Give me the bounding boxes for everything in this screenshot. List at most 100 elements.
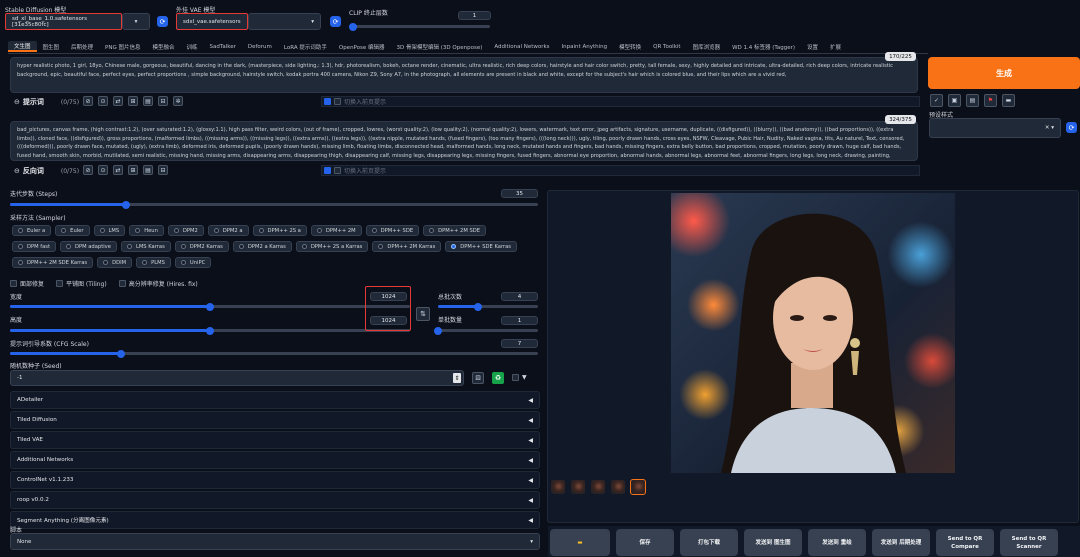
cfg-value[interactable]: 7 [501, 339, 538, 348]
refresh-model-icon[interactable]: ⟳ [157, 16, 168, 27]
model-select[interactable]: sd_xl_base_1.0.safetensors [31e35c80fc] [5, 13, 122, 30]
sampler-option[interactable]: DPM2 a [207, 225, 249, 236]
output-button-3[interactable]: 发送到 图生图 [744, 529, 802, 556]
tab-8[interactable]: LoRA 提示词助手 [278, 41, 333, 52]
copy-icon[interactable]: ▤ [143, 165, 153, 175]
tab-3[interactable]: PNG 图片信息 [99, 41, 146, 52]
tiling-checkbox[interactable] [56, 280, 64, 287]
sampler-option[interactable]: DPM++ SDE [365, 225, 420, 236]
tab-10[interactable]: 3D 骨架模型编辑 (3D Openpose) [391, 41, 489, 52]
sampler-option[interactable]: DPM++ 2M SDE Karras [12, 257, 94, 268]
sampler-option[interactable]: DPM2 a Karras [232, 241, 292, 252]
seed-stepper-icon[interactable]: ⇕ [453, 373, 461, 383]
sampler-option[interactable]: PLMS [136, 257, 171, 268]
generated-image[interactable] [671, 193, 955, 473]
dice-icon[interactable]: ⚄ [472, 372, 484, 384]
sampler-option[interactable]: DPM2 [167, 225, 204, 236]
tab-18[interactable]: 扩展 [824, 41, 847, 52]
clip-slider[interactable] [349, 22, 490, 31]
sampler-option[interactable]: UniPC [174, 257, 212, 268]
prompt-checkbox-2[interactable] [334, 98, 341, 105]
tab-13[interactable]: 模型转换 [613, 41, 647, 52]
negative-prompt-textarea[interactable]: bad_pictures, canvas frame, (high contra… [10, 121, 918, 161]
batch-count-value[interactable]: 4 [501, 292, 538, 301]
flag-icon[interactable]: ⚑ [984, 94, 997, 107]
tab-1[interactable]: 图生图 [37, 41, 66, 52]
tab-9[interactable]: OpenPose 编辑器 [333, 41, 391, 52]
vae-select[interactable]: sdxl_vae.safetensors [176, 13, 248, 30]
negative-checkbox[interactable] [324, 167, 331, 174]
tab-4[interactable]: 模型融合 [147, 41, 181, 52]
generate-button[interactable]: 生成 [928, 57, 1080, 89]
accordion-6[interactable]: Segment Anything (分离图像元素) ◀ [10, 511, 540, 529]
accordion-3[interactable]: Additional Networks ◀ [10, 451, 540, 469]
accordion-4[interactable]: ControlNet v1.1.233 ◀ [10, 471, 540, 489]
output-button-6[interactable]: Send to QR Compare [936, 529, 994, 556]
output-button-2[interactable]: 打包下载 [680, 529, 738, 556]
sampler-option[interactable]: DPM++ SDE Karras [445, 241, 517, 252]
recycle-seed-icon[interactable]: ♻ [492, 372, 504, 384]
accordion-5[interactable]: roop v0.0.2 ◀ [10, 491, 540, 509]
output-button-4[interactable]: 发送到 重绘 [808, 529, 866, 556]
batch-size-slider[interactable] [434, 326, 538, 335]
vae-dropdown-arrow-icon[interactable]: ▾ [248, 13, 321, 30]
prompt-textarea[interactable]: hyper realistic photo, 1 girl, 18yo, Chi… [10, 57, 918, 93]
random-icon[interactable]: ⊙ [98, 96, 108, 106]
sampler-option[interactable]: DDIM [97, 257, 133, 268]
tab-16[interactable]: WD 1.4 标签器 (Tagger) [726, 41, 801, 52]
sampler-option[interactable]: Heun [129, 225, 164, 236]
paste-icon[interactable]: ⊟ [158, 165, 168, 175]
prompt-checkbox[interactable] [324, 98, 331, 105]
sampler-option[interactable]: DPM++ 2M [310, 225, 362, 236]
sampler-option[interactable]: LMS Karras [120, 241, 171, 252]
accordion-2[interactable]: Tiled VAE ◀ [10, 431, 540, 449]
check-icon[interactable]: ✓ [930, 94, 943, 107]
history-icon[interactable]: ⇄ [113, 96, 123, 106]
refresh-styles-icon[interactable]: ⟳ [1066, 122, 1077, 133]
steps-slider[interactable] [10, 200, 538, 209]
output-button-5[interactable]: 发送到 后期处理 [872, 529, 930, 556]
face-restore-checkbox[interactable] [10, 280, 17, 287]
accordion-0[interactable]: ADetailer ◀ [10, 391, 540, 409]
refresh-vae-icon[interactable]: ⟳ [330, 16, 341, 27]
width-value[interactable]: 1024 [370, 292, 407, 301]
thumbnail[interactable] [551, 480, 565, 494]
random-icon[interactable]: ⊙ [98, 165, 108, 175]
translate-icon[interactable]: ⊞ [128, 96, 138, 106]
script-select[interactable]: None ▾ [10, 533, 540, 550]
sampler-option[interactable]: DPM++ 2M SDE [423, 225, 487, 236]
open-folder-button[interactable]: ▬ [550, 529, 610, 556]
tab-17[interactable]: 设置 [801, 41, 824, 52]
height-value[interactable]: 1024 [370, 316, 407, 325]
extra-seed-checkbox[interactable] [512, 374, 519, 381]
sampler-option[interactable]: DPM++ 2M Karras [372, 241, 442, 252]
seed-input[interactable]: -1 [10, 370, 464, 386]
clipboard-icon[interactable]: ▤ [966, 94, 979, 107]
tab-15[interactable]: 图库浏览器 [687, 41, 727, 52]
sampler-option[interactable]: LMS [93, 225, 126, 236]
thumbnail[interactable] [611, 480, 625, 494]
clear-icon[interactable]: ⊘ [83, 96, 93, 106]
thumbnail[interactable] [591, 480, 605, 494]
clip-value[interactable]: 1 [458, 11, 491, 20]
settings-gear-icon[interactable]: ✲ [173, 96, 183, 106]
tab-6[interactable]: SadTalker [204, 41, 242, 52]
sampler-option[interactable]: DPM++ 2S a [252, 225, 307, 236]
translate-icon[interactable]: ⊞ [128, 165, 138, 175]
sampler-option[interactable]: DPM adaptive [60, 241, 117, 252]
thumbnail-selected[interactable] [630, 479, 646, 495]
negative-toggle-icon[interactable]: ⊖ [14, 167, 20, 175]
cfg-slider[interactable] [10, 349, 538, 358]
paste-icon[interactable]: ⊟ [158, 96, 168, 106]
sampler-option[interactable]: DPM++ 2S a Karras [295, 241, 369, 252]
hires-fix-checkbox[interactable] [118, 280, 126, 287]
output-button-7[interactable]: Send to QR Scanner [1000, 529, 1058, 556]
model-dropdown-arrow-icon[interactable]: ▾ [122, 13, 150, 30]
history-icon[interactable]: ⇄ [113, 165, 123, 175]
styles-select[interactable]: ✕ ▾ [929, 118, 1061, 138]
negative-checkbox-2[interactable] [334, 167, 341, 174]
trash-icon[interactable]: ▣ [948, 94, 961, 107]
prompt-toggle-icon[interactable]: ⊖ [14, 98, 20, 106]
extra-seed-arrow-icon[interactable]: ▼ [522, 374, 527, 381]
height-slider[interactable] [10, 326, 410, 335]
